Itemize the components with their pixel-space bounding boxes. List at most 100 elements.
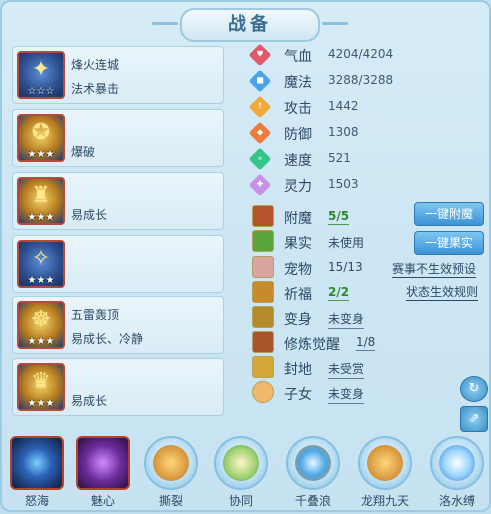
star-rating: ★★★ <box>27 212 55 223</box>
prop-value: 2/2 <box>328 285 350 301</box>
skill-4[interactable]: 协同 <box>210 436 272 514</box>
prop-label: 果实 <box>284 236 312 252</box>
skill-icon <box>367 445 403 481</box>
skill-name: 魅心 <box>90 494 115 508</box>
attack-icon: ↑ <box>248 95 272 119</box>
window-title: 战备 <box>152 8 348 42</box>
prop-label: 附魔 <box>284 211 312 227</box>
stat-label: 速度 <box>284 153 312 169</box>
skill-icon <box>295 445 331 481</box>
equipment-glyph-icon: ✦ <box>31 57 51 82</box>
stat-label: 防御 <box>284 127 312 143</box>
skill-2[interactable]: 魅心 <box>72 436 134 514</box>
fruit-all-button[interactable]: 一键果实 <box>414 231 484 255</box>
status-rules-link[interactable]: 状态生效规则 <box>406 283 479 301</box>
skill-icon <box>10 436 64 490</box>
equipment-slot-5[interactable]: ☸ ★★★ 五雷轰顶 易成长、冷静 <box>12 296 224 354</box>
transform-icon <box>252 306 274 328</box>
child-icon <box>252 381 274 403</box>
equipment-glyph-icon: ♜ <box>31 183 51 208</box>
skill-5[interactable]: 千叠浪 <box>282 436 344 514</box>
equipment-glyph-icon: ✪ <box>31 120 51 145</box>
equipment-slot-6[interactable]: ♛ ★★★ 易成长 <box>12 358 224 416</box>
equipment-trait: 法术暴击 <box>71 82 120 96</box>
spirit-icon: ✚ <box>248 173 272 197</box>
skill-name: 撕裂 <box>158 494 183 508</box>
stat-value: 3288/3288 <box>328 73 394 87</box>
equipment-trait: 爆破 <box>71 145 96 159</box>
equipment-trait: 易成长、冷静 <box>71 332 144 346</box>
skill-icon <box>223 445 259 481</box>
equipment-glyph-icon: ✧ <box>31 246 51 271</box>
skill-1[interactable]: 怒海 <box>6 436 68 514</box>
skill-6[interactable]: 龙翔九天 <box>354 436 416 514</box>
battle-prep-panel: 战备 ✦ ☆☆☆ 烽火连城 法术暴击 ✪ ★★★ 爆破 ♜ ★★★ 易成长 ✧ … <box>0 0 491 512</box>
title-wing-left <box>152 22 178 25</box>
prop-label: 封地 <box>284 362 312 378</box>
stat-label: 气血 <box>284 49 312 65</box>
prop-label: 修炼觉醒 <box>284 337 340 353</box>
prop-value: 未变身 <box>328 385 365 404</box>
prop-value: 未变身 <box>328 310 365 329</box>
equipment-slot-4[interactable]: ✧ ★★★ <box>12 235 224 293</box>
stat-label: 魔法 <box>284 75 312 91</box>
prop-value: 1/8 <box>356 335 376 351</box>
stat-value: 1442 <box>328 99 359 113</box>
cultivation-icon <box>252 331 274 353</box>
fief-icon <box>252 356 274 378</box>
share-icon[interactable]: ⇗ <box>460 406 488 432</box>
enchant-icon <box>252 205 274 227</box>
equipment-icon: ☸ ★★★ <box>17 301 65 349</box>
pet-icon <box>252 256 274 278</box>
stat-value: 521 <box>328 151 351 165</box>
equipment-slot-2[interactable]: ✪ ★★★ 爆破 <box>12 109 224 167</box>
prop-label: 祈福 <box>284 287 312 303</box>
skill-name: 怒海 <box>24 494 49 508</box>
equipment-trait: 易成长 <box>71 394 108 408</box>
equipment-name: 五雷轰顶 <box>71 308 120 322</box>
star-rating: ★★★ <box>27 275 55 286</box>
star-rating: ★★★ <box>27 398 55 409</box>
prop-value: 5/5 <box>328 209 350 225</box>
equipment-name: 烽火连城 <box>71 58 120 72</box>
prop-label: 变身 <box>284 312 312 328</box>
skill-name: 龙翔九天 <box>360 494 409 508</box>
equipment-slot-3[interactable]: ♜ ★★★ 易成长 <box>12 172 224 230</box>
shield-icon: ◆ <box>248 121 272 145</box>
star-rating: ☆☆☆ <box>27 86 55 97</box>
window-title-text: 战备 <box>228 14 272 35</box>
equipment-icon: ♛ ★★★ <box>17 363 65 411</box>
equipment-icon: ♜ ★★★ <box>17 177 65 225</box>
skill-icon <box>153 445 189 481</box>
skill-name: 洛水缚 <box>438 494 475 508</box>
event-preset-link[interactable]: 赛事不生效预设 <box>392 260 477 278</box>
star-rating: ★★★ <box>27 149 55 160</box>
skill-7[interactable]: 洛水缚 <box>426 436 488 514</box>
stat-value: 1503 <box>328 177 359 191</box>
skill-icon <box>439 445 475 481</box>
prop-value: 未使用 <box>328 236 365 250</box>
star-rating: ★★★ <box>27 336 55 347</box>
equipment-icon: ✦ ☆☆☆ <box>17 51 65 99</box>
equipment-slot-1[interactable]: ✦ ☆☆☆ 烽火连城 法术暴击 <box>12 46 224 104</box>
heart-icon: ♥ <box>248 43 272 67</box>
skill-icon <box>76 436 130 490</box>
equipment-glyph-icon: ♛ <box>31 369 51 394</box>
equipment-icon: ✧ ★★★ <box>17 240 65 288</box>
blessing-icon <box>252 281 274 303</box>
prop-label: 宠物 <box>284 262 312 278</box>
skill-name: 千叠浪 <box>294 494 331 508</box>
stat-value: 1308 <box>328 125 359 139</box>
equipment-glyph-icon: ☸ <box>31 307 51 332</box>
speed-icon: » <box>248 147 272 171</box>
skill-3[interactable]: 撕裂 <box>140 436 202 514</box>
skill-name: 协同 <box>228 494 253 508</box>
prop-value: 未受赏 <box>328 360 365 379</box>
refresh-icon[interactable]: ↻ <box>460 376 488 402</box>
enchant-all-button[interactable]: 一键附魔 <box>414 202 484 226</box>
fruit-icon <box>252 230 274 252</box>
prop-value: 15/13 <box>328 260 363 274</box>
title-wing-right <box>322 22 348 25</box>
equipment-trait: 易成长 <box>71 208 108 222</box>
mana-icon: ■ <box>248 69 272 93</box>
